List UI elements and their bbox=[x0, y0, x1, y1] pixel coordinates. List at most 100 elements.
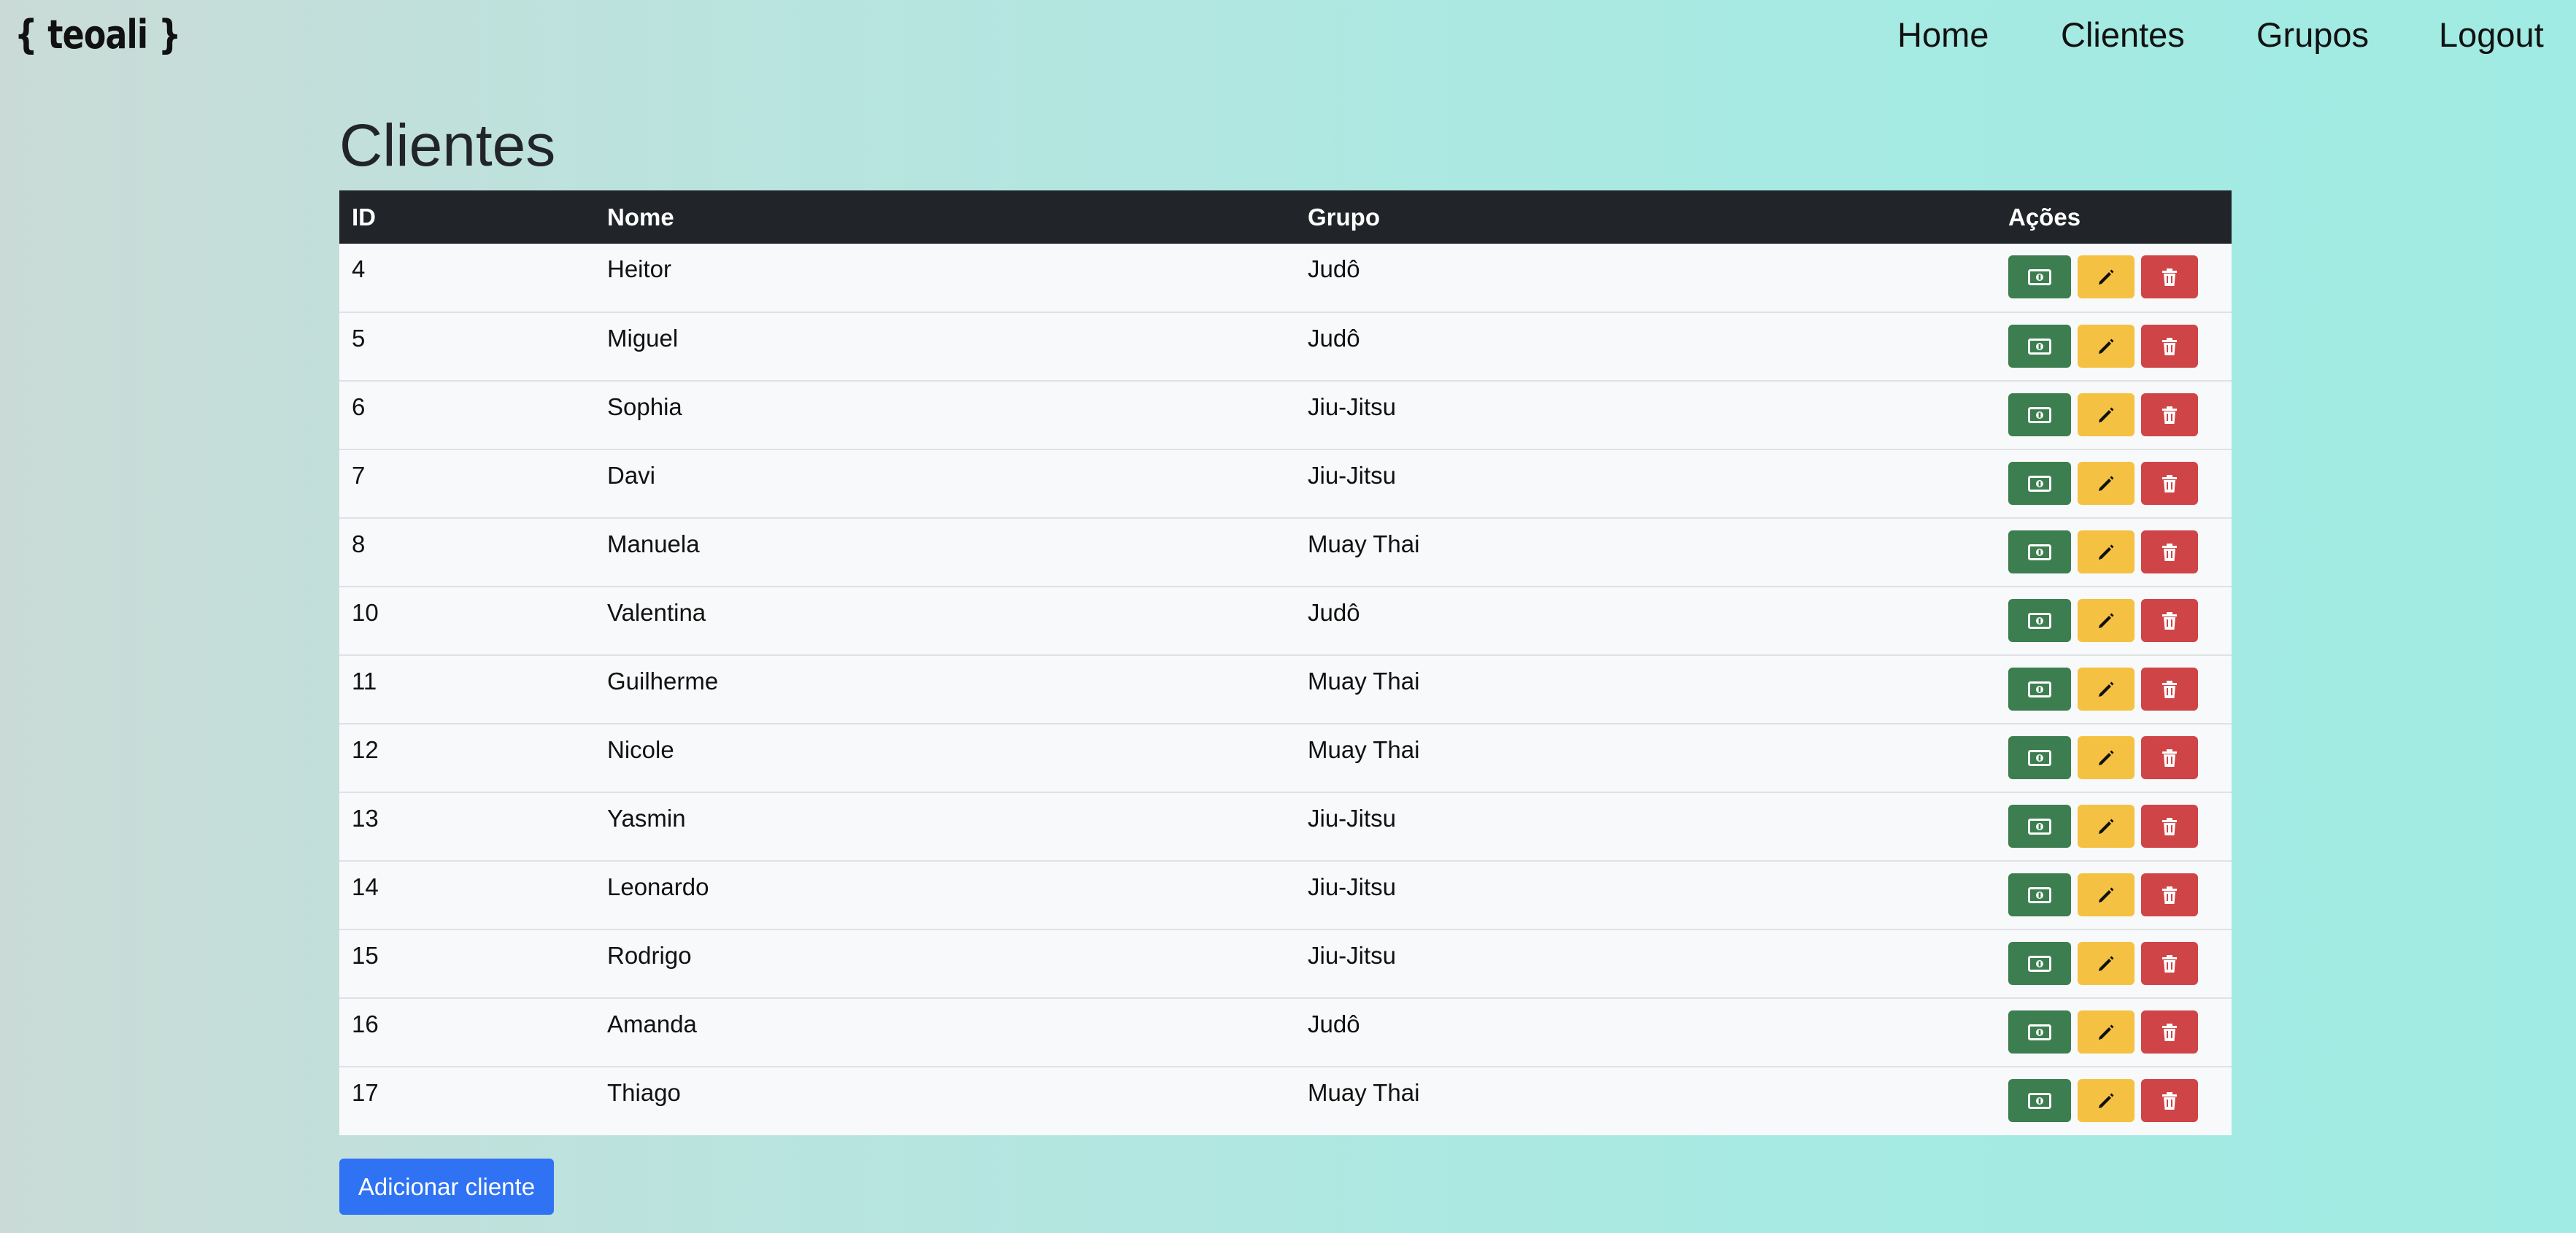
cell-id: 4 bbox=[352, 255, 366, 282]
edit-button[interactable] bbox=[2078, 599, 2135, 642]
navbar: { teoali } Home Clientes Grupos Logout bbox=[0, 0, 2576, 73]
pay-button[interactable] bbox=[2008, 805, 2071, 848]
table-body: 4 Heitor Judô 5 Miguel Judô 6 Sophia Jiu-Jitsu 7 D… bbox=[339, 244, 2232, 1135]
edit-button[interactable] bbox=[2078, 393, 2135, 436]
edit-button[interactable] bbox=[2078, 325, 2135, 368]
table-row: 15 Rodrigo Jiu-Jitsu bbox=[339, 929, 2232, 998]
pay-button[interactable] bbox=[2008, 1079, 2071, 1122]
cell-nome: Rodrigo bbox=[607, 942, 692, 969]
cell-acoes bbox=[1996, 381, 2232, 449]
cell-id: 14 bbox=[352, 873, 379, 900]
table-row: 12 Nicole Muay Thai bbox=[339, 724, 2232, 792]
delete-button[interactable] bbox=[2141, 1010, 2198, 1054]
pay-button[interactable] bbox=[2008, 668, 2071, 711]
nav-logout-link[interactable]: Logout bbox=[2439, 13, 2544, 57]
cell-grupo: Jiu-Jitsu bbox=[1308, 393, 1397, 420]
table-row: 17 Thiago Muay Thai bbox=[339, 1067, 2232, 1135]
cell-nome: Miguel bbox=[607, 325, 679, 352]
cell-id: 6 bbox=[352, 393, 366, 420]
edit-button[interactable] bbox=[2078, 805, 2135, 848]
pay-button[interactable] bbox=[2008, 599, 2071, 642]
edit-button[interactable] bbox=[2078, 736, 2135, 779]
cell-id: 10 bbox=[352, 599, 379, 626]
delete-button[interactable] bbox=[2141, 325, 2198, 368]
cell-grupo: Judô bbox=[1308, 255, 1360, 282]
cell-acoes bbox=[1996, 861, 2232, 929]
cell-id: 11 bbox=[352, 668, 377, 695]
cell-grupo: Jiu-Jitsu bbox=[1308, 805, 1397, 832]
delete-button[interactable] bbox=[2141, 805, 2198, 848]
cell-grupo: Jiu-Jitsu bbox=[1308, 462, 1397, 489]
cell-id: 15 bbox=[352, 942, 379, 969]
nav-grupos-link[interactable]: Grupos bbox=[2256, 13, 2369, 57]
cell-acoes bbox=[1996, 449, 2232, 518]
cell-id: 7 bbox=[352, 462, 366, 489]
page-title: Clientes bbox=[339, 112, 556, 179]
table-row: 5 Miguel Judô bbox=[339, 312, 2232, 381]
table-row: 14 Leonardo Jiu-Jitsu bbox=[339, 861, 2232, 929]
table-header: ID Nome Grupo Ações bbox=[339, 190, 2232, 244]
delete-button[interactable] bbox=[2141, 255, 2198, 298]
cell-nome: Thiago bbox=[607, 1079, 681, 1106]
table-row: 7 Davi Jiu-Jitsu bbox=[339, 449, 2232, 518]
delete-button[interactable] bbox=[2141, 736, 2198, 779]
table-row: 11 Guilherme Muay Thai bbox=[339, 655, 2232, 724]
table-header-row: ID Nome Grupo Ações bbox=[339, 190, 2232, 244]
pay-button[interactable] bbox=[2008, 1010, 2071, 1054]
cell-acoes bbox=[1996, 792, 2232, 861]
delete-button[interactable] bbox=[2141, 1079, 2198, 1122]
column-header-acoes: Ações bbox=[2008, 203, 2081, 231]
edit-button[interactable] bbox=[2078, 1079, 2135, 1122]
delete-button[interactable] bbox=[2141, 462, 2198, 505]
pay-button[interactable] bbox=[2008, 255, 2071, 298]
cell-acoes bbox=[1996, 655, 2232, 724]
cell-grupo: Judô bbox=[1308, 1010, 1360, 1037]
cell-id: 5 bbox=[352, 325, 366, 352]
edit-button[interactable] bbox=[2078, 942, 2135, 985]
table-row: 16 Amanda Judô bbox=[339, 998, 2232, 1067]
cell-nome: Nicole bbox=[607, 736, 674, 763]
cell-acoes bbox=[1996, 587, 2232, 655]
cell-id: 8 bbox=[352, 530, 366, 557]
pay-button[interactable] bbox=[2008, 736, 2071, 779]
pay-button[interactable] bbox=[2008, 530, 2071, 573]
cell-acoes bbox=[1996, 724, 2232, 792]
delete-button[interactable] bbox=[2141, 599, 2198, 642]
cell-nome: Davi bbox=[607, 462, 656, 489]
edit-button[interactable] bbox=[2078, 873, 2135, 916]
edit-button[interactable] bbox=[2078, 530, 2135, 573]
pay-button[interactable] bbox=[2008, 325, 2071, 368]
brand-logo[interactable]: { teoali } bbox=[15, 6, 181, 64]
delete-button[interactable] bbox=[2141, 873, 2198, 916]
cell-grupo: Muay Thai bbox=[1308, 668, 1420, 695]
cell-id: 16 bbox=[352, 1010, 379, 1037]
cell-nome: Valentina bbox=[607, 599, 706, 626]
cell-acoes bbox=[1996, 929, 2232, 998]
pay-button[interactable] bbox=[2008, 942, 2071, 985]
table-row: 6 Sophia Jiu-Jitsu bbox=[339, 381, 2232, 449]
edit-button[interactable] bbox=[2078, 255, 2135, 298]
edit-button[interactable] bbox=[2078, 462, 2135, 505]
delete-button[interactable] bbox=[2141, 942, 2198, 985]
edit-button[interactable] bbox=[2078, 1010, 2135, 1054]
add-client-button[interactable]: Adicionar cliente bbox=[339, 1159, 554, 1215]
delete-button[interactable] bbox=[2141, 668, 2198, 711]
cell-acoes bbox=[1996, 998, 2232, 1067]
edit-button[interactable] bbox=[2078, 668, 2135, 711]
cell-nome: Leonardo bbox=[607, 873, 709, 900]
pay-button[interactable] bbox=[2008, 393, 2071, 436]
column-header-grupo: Grupo bbox=[1308, 203, 1380, 231]
column-header-nome: Nome bbox=[607, 203, 674, 231]
table-row: 13 Yasmin Jiu-Jitsu bbox=[339, 792, 2232, 861]
nav-clientes-link[interactable]: Clientes bbox=[2061, 13, 2185, 57]
table-row: 8 Manuela Muay Thai bbox=[339, 518, 2232, 587]
nav-home-link[interactable]: Home bbox=[1897, 13, 1989, 57]
cell-grupo: Jiu-Jitsu bbox=[1308, 873, 1397, 900]
delete-button[interactable] bbox=[2141, 393, 2198, 436]
cell-grupo: Muay Thai bbox=[1308, 1079, 1420, 1106]
pay-button[interactable] bbox=[2008, 462, 2071, 505]
delete-button[interactable] bbox=[2141, 530, 2198, 573]
clients-table: ID Nome Grupo Ações 4 Heitor Judô 5 Miguel Ju… bbox=[339, 190, 2232, 1135]
pay-button[interactable] bbox=[2008, 873, 2071, 916]
cell-nome: Sophia bbox=[607, 393, 682, 420]
